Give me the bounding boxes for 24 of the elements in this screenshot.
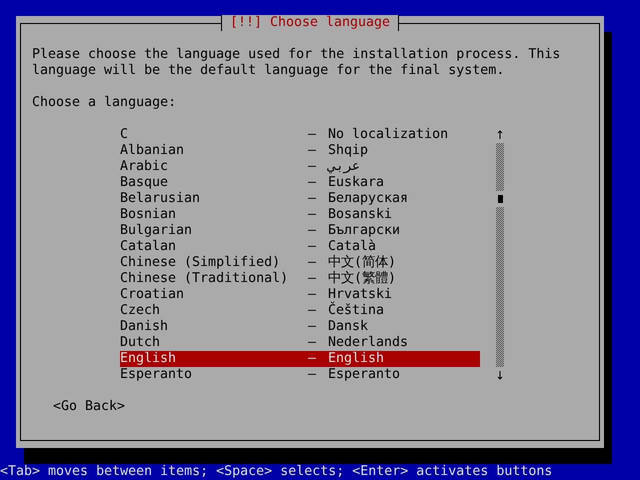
language-option[interactable]: Esperanto – Esperanto xyxy=(120,367,480,383)
language-option[interactable]: Danish – Dansk xyxy=(120,319,480,335)
language-option[interactable]: Basque – Euskara xyxy=(120,175,480,191)
scrollbar-thumb[interactable] xyxy=(498,195,502,203)
language-option[interactable]: C – No localization xyxy=(120,127,480,143)
up-arrow-icon[interactable] xyxy=(496,130,504,140)
scrollbar-track[interactable] xyxy=(496,143,504,367)
language-option[interactable]: Bosnian – Bosanski xyxy=(120,207,480,223)
key-help-text: <Tab> moves between items; <Space> selects; <Enter> activates buttons xyxy=(0,464,554,480)
language-option[interactable]: Belarusian – Беларуская xyxy=(120,191,480,207)
language-option[interactable]: Czech – Čeština xyxy=(120,303,480,319)
go-back-button[interactable]: <Go Back> xyxy=(53,399,126,415)
language-option[interactable]: Dutch – Nederlands xyxy=(120,335,480,351)
language-option[interactable]: Chinese (Simplified) – 中文(简体) xyxy=(120,255,480,271)
down-arrow-icon[interactable] xyxy=(496,370,504,380)
language-option[interactable]: Chinese (Traditional) – 中文(繁體) xyxy=(120,271,480,287)
prompt-label: Choose a language: xyxy=(32,95,178,111)
language-option[interactable]: Catalan – Català xyxy=(120,239,480,255)
language-option[interactable]: English – English xyxy=(120,351,480,367)
description-text: Please choose the language used for the installation process. This language will be the default language for the final system. xyxy=(32,47,562,79)
dialog-title: [!!] Choose language xyxy=(220,15,400,31)
language-option[interactable]: Croatian – Hrvatski xyxy=(120,287,480,303)
language-option[interactable]: Albanian – Shqip xyxy=(120,143,480,159)
language-option[interactable]: Bulgarian – Български xyxy=(120,223,480,239)
